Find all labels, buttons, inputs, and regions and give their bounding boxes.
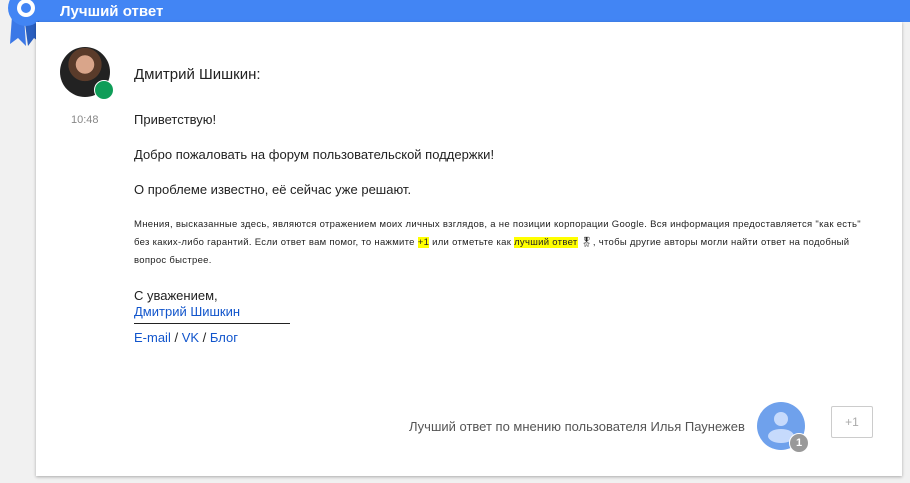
greeting: Приветствую! xyxy=(134,112,217,127)
blog-link[interactable]: Блог xyxy=(210,330,238,345)
expert-badge-icon xyxy=(94,80,114,100)
email-link[interactable]: E-mail xyxy=(134,330,171,345)
plus-one-button[interactable]: +1 xyxy=(831,406,873,438)
contact-links: E-mail / VK / Блог xyxy=(134,330,874,345)
disclaimer: Мнения, высказанные здесь, являются отра… xyxy=(134,216,874,270)
signature-divider xyxy=(134,323,290,324)
post-body: Приветствую! Добро пожаловать на форум п… xyxy=(134,111,874,345)
link-separator: / xyxy=(170,330,182,345)
link-separator: / xyxy=(199,330,210,345)
vk-link[interactable]: VK xyxy=(182,330,199,345)
best-answer-header: Лучший ответ xyxy=(36,0,910,22)
disclaimer-text: или отметьте как xyxy=(429,237,515,248)
award-icon: 🎖 xyxy=(580,237,593,248)
answer-card: Дмитрий Шишкин: 10:48 Приветствую! Добро… xyxy=(36,22,902,476)
signature-link[interactable]: Дмитрий Шишкин xyxy=(134,304,240,319)
paragraph: Добро пожаловать на форум пользовательск… xyxy=(134,147,495,162)
paragraph: О проблеме известно, её сейчас уже решаю… xyxy=(134,182,412,197)
regards: С уважением, xyxy=(134,288,218,303)
author-name[interactable]: Дмитрий Шишкин: xyxy=(134,66,261,83)
best-answer-by: Лучший ответ по мнению пользователя Илья… xyxy=(409,419,745,434)
plus-one-highlight: +1 xyxy=(417,237,430,248)
best-answer-highlight: лучший ответ xyxy=(514,237,578,248)
post-time: 10:48 xyxy=(71,114,99,126)
vote-count-badge: 1 xyxy=(789,433,809,453)
header-title: Лучший ответ xyxy=(60,3,164,20)
